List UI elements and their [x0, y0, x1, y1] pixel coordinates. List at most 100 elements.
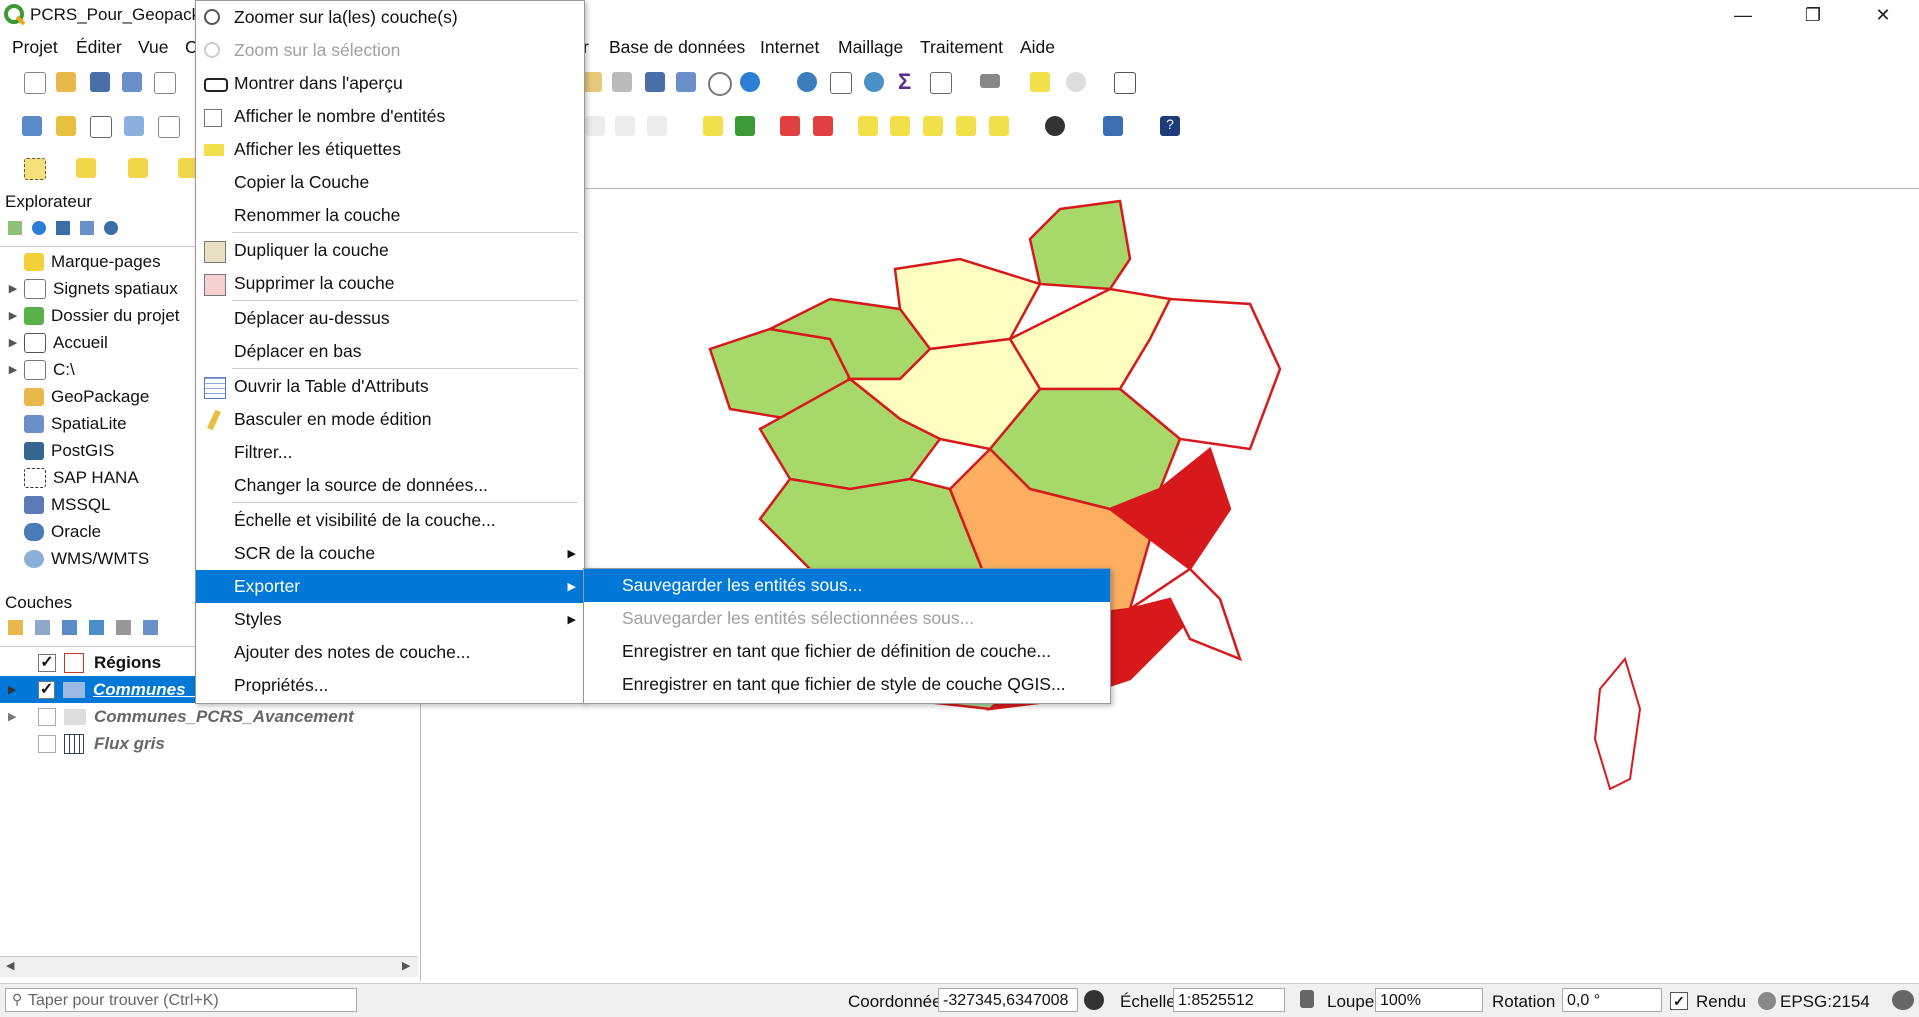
filter-icon[interactable] — [56, 221, 70, 235]
menu-item-layer-crs[interactable]: SCR de la couche ▶ — [196, 537, 584, 570]
menu-item-filter[interactable]: Filtrer... — [196, 436, 584, 469]
pan-icon[interactable] — [582, 72, 602, 92]
statistics-icon[interactable] — [830, 72, 852, 94]
menu-item-duplicate-layer[interactable]: Dupliquer la couche — [196, 234, 584, 267]
zoom-in-icon[interactable] — [645, 72, 665, 92]
menu-item-change-source[interactable]: Changer la source de données... — [196, 469, 584, 502]
list-item[interactable]: PostGIS — [0, 437, 195, 464]
layer-row[interactable]: Flux gris — [38, 730, 165, 757]
deselect-icon[interactable] — [128, 158, 148, 178]
restore-button[interactable]: ❐ — [1785, 0, 1841, 30]
globe-icon[interactable] — [1758, 992, 1776, 1010]
rotation-spinbox[interactable]: 0,0 ° — [1562, 988, 1662, 1012]
new-geopackage-icon[interactable] — [56, 116, 76, 136]
help-icon[interactable]: ? — [1160, 116, 1180, 136]
menu-editer[interactable]: Éditer — [76, 37, 122, 58]
menu-aide[interactable]: Aide — [1020, 37, 1055, 58]
expand-all-icon[interactable] — [143, 620, 158, 635]
new-project-icon[interactable] — [24, 72, 46, 94]
collapse-all-icon[interactable] — [80, 221, 94, 235]
menu-traitement[interactable]: Traitement — [920, 37, 1003, 58]
label-properties-icon[interactable] — [956, 116, 976, 136]
menu-item-rename-layer[interactable]: Renommer la couche — [196, 199, 584, 232]
list-item[interactable]: ▶ Accueil — [0, 329, 195, 356]
data-source-manager-icon[interactable] — [22, 116, 42, 136]
scale-combobox[interactable]: 1:8525512 — [1173, 988, 1285, 1012]
menu-projet[interactable]: Projet — [12, 37, 58, 58]
menu-item-show-labels[interactable]: Afficher les étiquettes — [196, 133, 584, 166]
list-item[interactable]: SpatiaLite — [0, 410, 195, 437]
diagram-icon[interactable] — [735, 116, 755, 136]
menu-item-styles[interactable]: Styles ▶ — [196, 603, 584, 636]
list-item[interactable]: SAP HANA — [0, 464, 195, 491]
label-move-icon[interactable] — [858, 116, 878, 136]
text-annotation-icon[interactable] — [1114, 72, 1136, 94]
menu-item-save-qgis-style[interactable]: Enregistrer en tant que fichier de style… — [584, 668, 1110, 701]
label-change-icon[interactable] — [923, 116, 943, 136]
menu-item-save-features-as[interactable]: Sauvegarder les entités sous... — [584, 569, 1110, 602]
checkbox-icon[interactable] — [204, 109, 222, 127]
measure-icon[interactable] — [980, 74, 1000, 88]
scroll-right-icon[interactable]: ▶ — [402, 959, 410, 972]
style-panel-icon[interactable] — [8, 620, 23, 635]
layer-row-selected[interactable]: ▶ ✓ Communes_ — [0, 676, 195, 703]
annotation-icon[interactable] — [1066, 72, 1086, 92]
map-tips-icon[interactable] — [1030, 72, 1050, 92]
expression-filter-icon[interactable] — [116, 620, 131, 635]
add-group-icon[interactable] — [35, 620, 50, 635]
label-show-icon[interactable] — [813, 116, 833, 136]
messages-icon[interactable] — [1892, 990, 1914, 1010]
digitize-icon[interactable] — [124, 116, 144, 136]
select-by-value-icon[interactable] — [76, 158, 96, 178]
magnifier-spinbox[interactable]: 100% — [1375, 988, 1483, 1012]
menu-item-show-overview[interactable]: Montrer dans l'aperçu — [196, 67, 584, 100]
label-toolbar-icon[interactable] — [703, 116, 723, 136]
open-project-icon[interactable] — [56, 72, 76, 92]
vector-layer-icon[interactable] — [90, 116, 112, 138]
menu-item-copy-layer[interactable]: Copier la Couche — [196, 166, 584, 199]
menu-item-move-up[interactable]: Déplacer au-dessus — [196, 302, 584, 335]
menu-base-de-donnees[interactable]: Base de données — [609, 37, 745, 58]
menu-vue[interactable]: Vue — [138, 37, 169, 58]
list-item[interactable]: ▶ Signets spatiaux — [0, 275, 195, 302]
label-highlight-icon[interactable] — [989, 116, 1009, 136]
add-layer-icon[interactable] — [8, 221, 22, 235]
lock-icon[interactable] — [1300, 990, 1314, 1008]
crs-button[interactable]: EPSG:2154 — [1780, 992, 1870, 1012]
layer-visibility-checkbox[interactable]: ✓ — [37, 680, 56, 699]
zoom-out-icon[interactable] — [676, 72, 696, 92]
refresh-icon[interactable] — [740, 72, 760, 92]
temporary-layer-icon[interactable] — [158, 116, 180, 138]
toggle-extent-icon[interactable] — [1084, 990, 1104, 1010]
info-icon[interactable] — [104, 221, 118, 235]
minimize-button[interactable]: — — [1715, 0, 1771, 30]
save-as-icon[interactable] — [122, 72, 142, 92]
list-item[interactable]: GeoPackage — [0, 383, 195, 410]
layer-visibility-checkbox[interactable] — [38, 707, 56, 726]
python-console-icon[interactable] — [1103, 116, 1123, 136]
expand-arrow-icon[interactable]: ▶ — [8, 683, 24, 696]
pan-selection-icon[interactable] — [612, 72, 632, 92]
list-item[interactable]: Oracle — [0, 518, 195, 545]
print-layout-icon[interactable] — [154, 72, 176, 94]
menu-item-feature-count[interactable]: Afficher le nombre d'entités — [196, 100, 584, 133]
menu-item-save-layer-definition[interactable]: Enregistrer en tant que fichier de défin… — [584, 635, 1110, 668]
settings-gear-icon[interactable] — [864, 72, 884, 92]
identify-icon[interactable] — [797, 72, 817, 92]
list-item[interactable]: ▶ C:\ — [0, 356, 195, 383]
clock-icon[interactable] — [708, 72, 732, 96]
plugin-icon[interactable] — [1045, 116, 1065, 136]
scroll-left-icon[interactable]: ◀ — [6, 959, 14, 972]
menu-item-properties[interactable]: Propriétés... — [196, 669, 584, 702]
refresh-icon[interactable] — [32, 221, 46, 235]
menu-item-remove-layer[interactable]: Supprimer la couche — [196, 267, 584, 300]
layer-visibility-checkbox[interactable]: ✓ — [38, 653, 56, 672]
select-features-icon[interactable] — [24, 158, 46, 180]
visibility-icon[interactable] — [62, 620, 77, 635]
expand-arrow-icon[interactable]: ▶ — [8, 710, 24, 723]
layer-row[interactable]: ✓ Régions — [38, 649, 161, 676]
menu-item-scale-visibility[interactable]: Échelle et visibilité de la couche... — [196, 504, 584, 537]
menu-internet[interactable]: Internet — [760, 37, 819, 58]
list-item[interactable]: Marque-pages — [0, 248, 195, 275]
filter-legend-icon[interactable] — [89, 620, 104, 635]
